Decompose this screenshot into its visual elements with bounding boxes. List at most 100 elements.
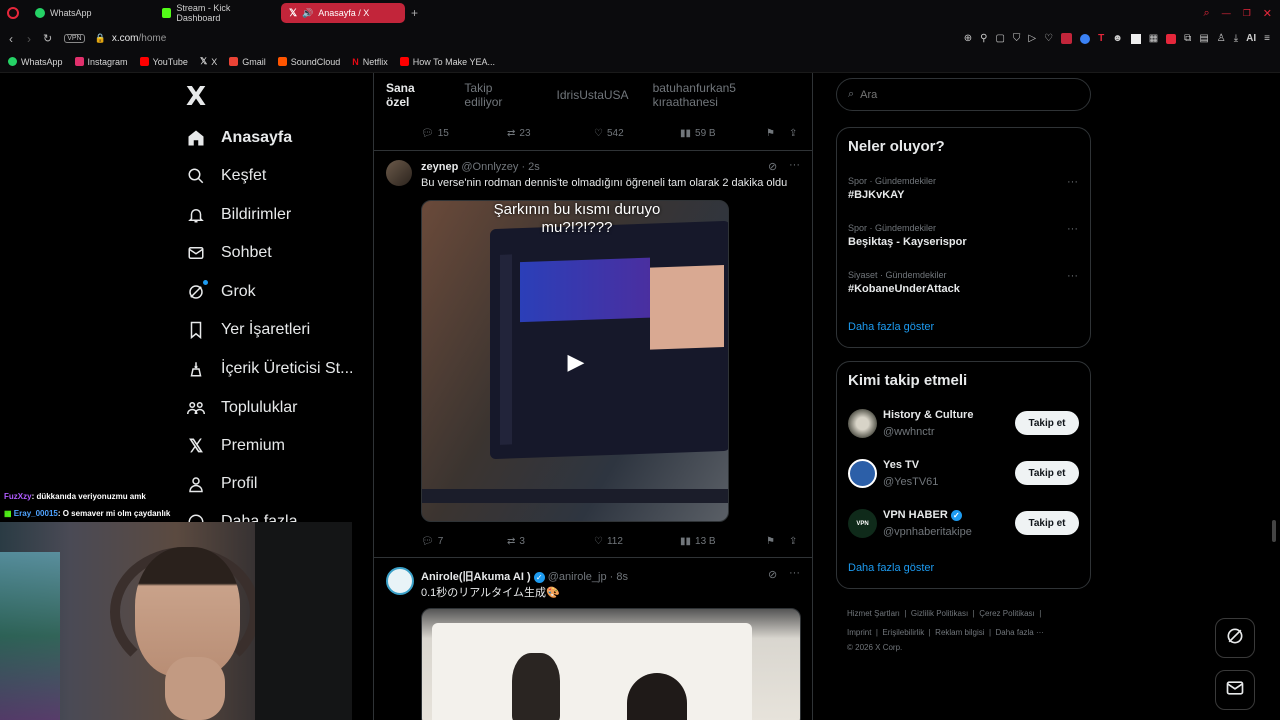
extension-blue-icon[interactable] — [1080, 33, 1091, 44]
show-more-link[interactable]: Daha fazla göster — [848, 562, 934, 574]
reload-icon[interactable]: ↻ — [43, 32, 52, 45]
search-box[interactable]: ⌕ — [836, 78, 1091, 111]
extension-t-icon[interactable]: T — [1098, 33, 1104, 44]
close-window-button[interactable]: ✕ — [1263, 7, 1272, 20]
author-name[interactable]: zeynep — [421, 161, 458, 173]
nav-messages[interactable]: Sohbet — [186, 243, 272, 263]
footer-link[interactable]: Gizlilik Politikası — [911, 609, 968, 618]
nav-bookmarks[interactable]: Yer İşaretleri — [186, 320, 310, 340]
repost-button[interactable]: ⇄ 3 — [507, 536, 525, 547]
bookmark-gmail[interactable]: Gmail — [229, 57, 266, 67]
tab-for-you[interactable]: Sana özel — [374, 81, 452, 109]
heart-icon[interactable]: ♡ — [1044, 33, 1053, 44]
tab-kick-dashboard[interactable]: Stream - Kick Dashboard — [154, 3, 279, 23]
new-tab-button[interactable]: + — [411, 6, 418, 20]
tweet-time[interactable]: · 2s — [521, 161, 539, 173]
account-name[interactable]: Yes TV — [883, 459, 919, 471]
reply-button[interactable]: 💬︎ 15 — [421, 128, 449, 139]
tweet-video[interactable]: Şarkının bu kısmı duruyo mu?!?!??? ▶ — [421, 200, 729, 522]
nav-premium[interactable]: 𝕏 Premium — [186, 436, 285, 456]
snapshot-icon[interactable]: ▢ — [995, 33, 1004, 44]
repost-button[interactable]: ⇄ 23 — [507, 128, 531, 139]
nav-explore[interactable]: Keşfet — [186, 166, 266, 186]
tab-following[interactable]: Takip ediliyor — [452, 81, 544, 109]
bookmark-whatsapp[interactable]: WhatsApp — [8, 57, 63, 67]
follow-button[interactable]: Takip et — [1015, 411, 1079, 435]
vpn-badge[interactable]: VPN — [64, 34, 85, 43]
back-icon[interactable]: ‹ — [9, 32, 13, 46]
more-options-icon[interactable]: ··· — [1067, 270, 1078, 282]
bookmark-netflix[interactable]: N Netflix — [352, 57, 388, 67]
tab-whatsapp[interactable]: WhatsApp — [27, 3, 152, 23]
maximize-button[interactable]: ❐ — [1243, 8, 1251, 19]
more-options-icon[interactable]: ··· — [1067, 176, 1078, 188]
play-icon[interactable]: ▷ — [1028, 33, 1036, 44]
grok-explain-icon[interactable]: ⊘ — [768, 568, 777, 581]
tab-list-idris[interactable]: IdrisUstaUSA — [545, 88, 641, 102]
footer-link[interactable]: Imprint — [847, 628, 871, 637]
scrollbar-thumb[interactable] — [1272, 520, 1276, 542]
pin-icon[interactable]: ⚲ — [980, 33, 987, 44]
shield-icon[interactable]: ⛉ — [1013, 33, 1021, 44]
footer-link[interactable]: Reklam bilgisi — [935, 628, 984, 637]
minimize-button[interactable]: — — [1222, 8, 1231, 18]
x-logo[interactable]: X — [186, 82, 206, 112]
trend-item[interactable]: Siyaset · Gündemdekiler #KobaneUnderAtta… — [848, 270, 960, 295]
follow-button[interactable]: Takip et — [1015, 461, 1079, 485]
like-button[interactable]: ♡ 542 — [594, 128, 624, 139]
bookmark-button[interactable]: ⚑ — [766, 128, 775, 139]
account-name[interactable]: History & Culture — [883, 409, 973, 421]
avatar[interactable]: VPN — [848, 509, 877, 538]
tweet-video[interactable] — [421, 608, 801, 720]
extension-mask-icon[interactable]: ☻ — [1112, 33, 1123, 44]
bookmark-instagram[interactable]: Instagram — [74, 57, 128, 67]
forward-icon[interactable]: › — [27, 32, 31, 46]
menu-icon[interactable]: ≡ — [1264, 33, 1270, 44]
bookmark-youtube-video[interactable]: How To Make YEA... — [399, 57, 495, 67]
search-input[interactable] — [860, 88, 1061, 101]
more-options-icon[interactable]: ··· — [1067, 223, 1078, 235]
show-more-link[interactable]: Daha fazla göster — [848, 321, 934, 333]
account-name[interactable]: VPN HABER — [883, 509, 948, 521]
views-button[interactable]: ▮▮ 13 B — [680, 536, 716, 547]
more-options-icon[interactable]: ··· — [789, 567, 800, 579]
extension-white-icon[interactable] — [1130, 33, 1141, 44]
download-icon[interactable]: ⤓ — [1234, 33, 1238, 44]
nav-profile[interactable]: Profil — [186, 474, 257, 494]
trend-item[interactable]: Spor · Gündemdekiler #BJKvKAY — [848, 176, 936, 201]
footer-link[interactable]: Erişilebilirlik — [882, 628, 924, 637]
extension-grid-icon[interactable]: ▦ — [1149, 33, 1158, 44]
zoom-icon[interactable]: ⊕ — [964, 33, 972, 44]
url-field[interactable]: x.com/home — [112, 33, 166, 44]
bookmark-x[interactable]: 𝕏X — [200, 56, 217, 67]
trend-item[interactable]: Spor · Gündemdekiler Beşiktaş - Kayseris… — [848, 223, 967, 248]
share-button[interactable]: ⇪ — [789, 536, 797, 547]
tweet-time[interactable]: · 8s — [610, 571, 628, 583]
tab-search-icon[interactable]: ⌕ — [1204, 7, 1210, 20]
footer-link[interactable]: Hizmet Şartları — [847, 609, 900, 618]
grok-explain-icon[interactable]: ⊘ — [768, 160, 777, 173]
author-handle[interactable]: @Onnlyzey — [461, 161, 518, 173]
footer-link[interactable]: Çerez Politikası — [979, 609, 1035, 618]
messages-float-button[interactable] — [1215, 670, 1255, 710]
views-button[interactable]: ▮▮ 59 B — [680, 128, 716, 139]
nav-notifications[interactable]: Bildirimler — [186, 205, 291, 225]
more-options-icon[interactable]: ··· — [789, 159, 800, 171]
grok-float-button[interactable] — [1215, 618, 1255, 658]
puzzle-icon[interactable]: ⧉ — [1184, 33, 1191, 44]
tab-list-batuhan[interactable]: batuhanfurkan5 kıraathanesi — [641, 81, 812, 109]
bookmark-soundcloud[interactable]: SoundCloud — [277, 57, 340, 67]
opera-logo-icon[interactable] — [7, 7, 19, 19]
bookmark-youtube[interactable]: YouTube — [139, 57, 188, 67]
extension-red-icon[interactable] — [1061, 33, 1073, 44]
bookmark-button[interactable]: ⚑ — [766, 536, 775, 547]
extension-abp-icon[interactable] — [1166, 33, 1177, 44]
tab-x-home[interactable]: 𝕏 🔊 Anasayfa / X — [281, 3, 405, 23]
footer-link[interactable]: Daha fazla ··· — [996, 628, 1044, 637]
avatar[interactable] — [848, 459, 877, 488]
nav-creator-studio[interactable]: İçerik Üreticisi St... — [186, 359, 353, 379]
ai-button[interactable]: AI — [1246, 33, 1256, 44]
nav-home[interactable]: Anasayfa — [186, 128, 292, 148]
wallet-icon[interactable]: ▤ — [1199, 33, 1208, 44]
share-button[interactable]: ⇪ — [789, 128, 797, 139]
